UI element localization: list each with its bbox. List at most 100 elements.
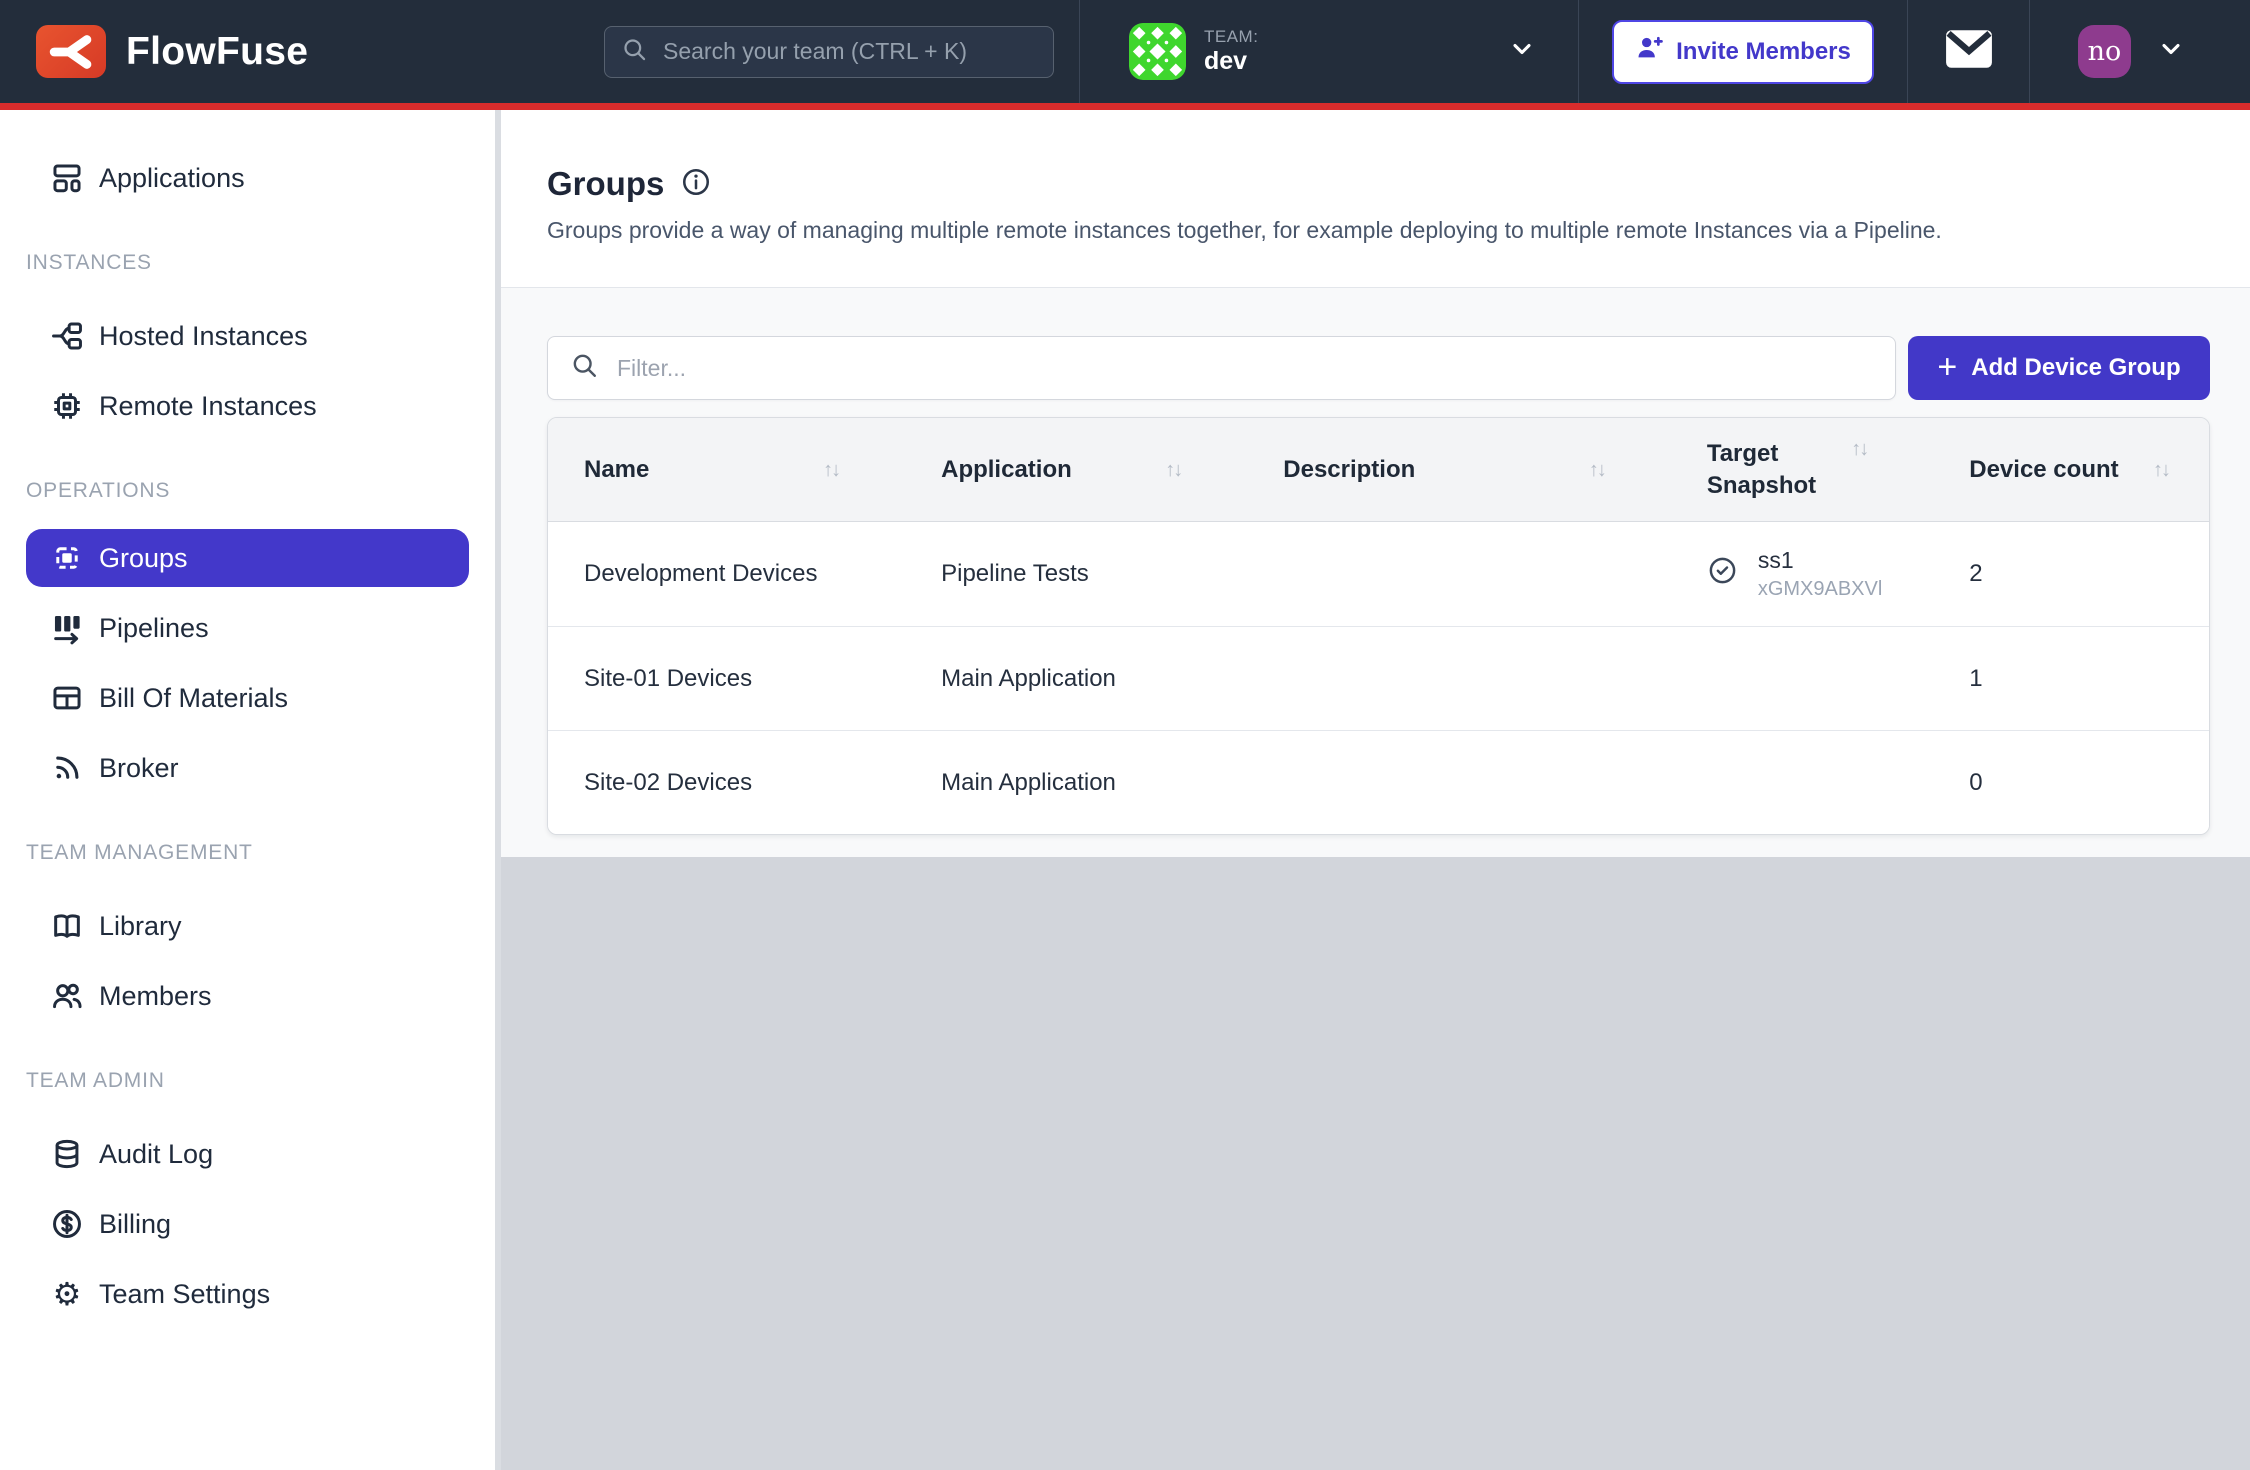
column-header-description[interactable]: Description ↑↓ [1247, 418, 1671, 521]
sidebar-item-label: Remote Instances [99, 391, 317, 422]
cell-description [1247, 731, 1671, 834]
sidebar-item-remote-instances[interactable]: Remote Instances [0, 371, 469, 441]
add-device-group-button[interactable]: + Add Device Group [1908, 336, 2210, 400]
cell-name: Site-01 Devices [548, 627, 905, 730]
user-plus-icon [1635, 34, 1663, 69]
invite-members-button[interactable]: Invite Members [1612, 20, 1874, 84]
cell-device-count: 1 [1933, 627, 2209, 730]
column-header-device-count[interactable]: Device count ↑↓ [1933, 418, 2209, 521]
filter-box [547, 336, 1896, 400]
gear-icon: ⚙ [50, 1277, 84, 1311]
members-icon [50, 979, 84, 1013]
sort-icon: ↑↓ [1851, 436, 1867, 462]
snapshot-id: xGMX9ABXVl [1758, 576, 1882, 602]
invite-section: Invite Members [1579, 20, 1907, 84]
table-row[interactable]: Site-01 Devices Main Application 1 [548, 626, 2209, 730]
cell-name: Development Devices [548, 522, 905, 626]
cell-device-count: 2 [1933, 522, 2209, 626]
brand[interactable]: FlowFuse [0, 25, 604, 78]
sidebar-item-label: Audit Log [99, 1139, 213, 1170]
sidebar-item-label: Applications [99, 163, 245, 194]
broker-icon [50, 751, 84, 785]
sidebar-item-label: Hosted Instances [99, 321, 308, 352]
sidebar-item-label: Broker [99, 753, 179, 784]
sidebar-item-label: Bill Of Materials [99, 683, 288, 714]
sidebar-section-team-admin: TEAM ADMIN [26, 1069, 495, 1093]
check-circle-icon [1707, 555, 1738, 593]
sidebar-item-hosted-instances[interactable]: Hosted Instances [0, 301, 469, 371]
flowfuse-logo-icon [36, 25, 106, 78]
table-row[interactable]: Development Devices Pipeline Tests ss1 [548, 522, 2209, 626]
empty-canvas [501, 857, 2250, 1470]
info-icon[interactable] [680, 166, 712, 203]
user-avatar: no [2078, 25, 2131, 78]
search-icon [621, 36, 648, 68]
sidebar-item-audit-log[interactable]: Audit Log [0, 1119, 469, 1189]
cell-application: Main Application [905, 627, 1247, 730]
sidebar-item-label: Team Settings [99, 1279, 270, 1310]
sidebar-item-library[interactable]: Library [0, 891, 469, 961]
snapshot-name: ss1 [1758, 546, 1882, 576]
groups-table: Name ↑↓ Application ↑↓ Description ↑↓ Ta… [547, 417, 2210, 835]
sidebar-item-label: Members [99, 981, 212, 1012]
bill-of-materials-icon [50, 681, 84, 715]
sidebar-item-pipelines[interactable]: Pipelines [0, 593, 469, 663]
app-window: FlowFuse [0, 0, 2250, 1470]
cell-description [1247, 627, 1671, 730]
page-description: Groups provide a way of managing multipl… [547, 217, 2210, 244]
cell-target-snapshot: ss1 xGMX9ABXVl [1671, 522, 1933, 626]
invite-members-label: Invite Members [1676, 38, 1851, 66]
team-search-box[interactable] [604, 26, 1054, 78]
hosted-instances-icon [50, 319, 84, 353]
cell-application: Pipeline Tests [905, 522, 1247, 626]
top-navbar: FlowFuse [0, 0, 2250, 110]
sidebar-item-broker[interactable]: Broker [0, 733, 469, 803]
audit-log-icon [50, 1137, 84, 1171]
table-row[interactable]: Site-02 Devices Main Application 0 [548, 730, 2209, 834]
cell-name: Site-02 Devices [548, 731, 905, 834]
plus-icon: + [1937, 350, 1957, 384]
notifications-button[interactable] [1908, 28, 2029, 75]
pipelines-icon [50, 611, 84, 645]
sidebar-item-billing[interactable]: Billing [0, 1189, 469, 1259]
team-selector[interactable]: TEAM: dev [1080, 23, 1578, 80]
sidebar-item-label: Billing [99, 1209, 171, 1240]
remote-instances-icon [50, 389, 84, 423]
cell-target-snapshot [1671, 627, 1933, 730]
column-header-application[interactable]: Application ↑↓ [905, 418, 1247, 521]
column-header-target-snapshot[interactable]: Target Snapshot ↑↓ [1671, 418, 1933, 521]
search-icon [570, 351, 599, 385]
column-header-name[interactable]: Name ↑↓ [548, 418, 905, 521]
filter-input[interactable] [615, 354, 1873, 383]
sidebar-item-bill-of-materials[interactable]: Bill Of Materials [0, 663, 469, 733]
sidebar: Applications INSTANCES Hosted Instances [0, 110, 501, 1470]
chevron-down-icon [2157, 35, 2185, 68]
table-header-row: Name ↑↓ Application ↑↓ Description ↑↓ Ta… [548, 418, 2209, 522]
sidebar-item-label: Library [99, 911, 182, 942]
sort-icon: ↑↓ [823, 457, 839, 483]
team-search-input[interactable] [661, 37, 1037, 66]
applications-icon [50, 161, 84, 195]
sidebar-item-label: Groups [99, 543, 188, 574]
main-content: Groups Groups provide a way of managing … [501, 110, 2250, 1470]
team-avatar [1129, 23, 1186, 80]
sidebar-item-applications[interactable]: Applications [0, 143, 469, 213]
add-device-group-label: Add Device Group [1971, 354, 2180, 382]
sort-icon: ↑↓ [2153, 457, 2169, 483]
sidebar-item-groups[interactable]: Groups [26, 529, 469, 587]
page-header: Groups Groups provide a way of managing … [501, 110, 2250, 287]
mail-icon [1944, 28, 1994, 75]
sort-icon: ↑↓ [1165, 457, 1181, 483]
team-info: TEAM: dev [1204, 27, 1258, 75]
billing-icon [50, 1207, 84, 1241]
cell-device-count: 0 [1933, 731, 2209, 834]
sort-icon: ↑↓ [1589, 457, 1605, 483]
device-group-icon [50, 541, 84, 575]
library-icon [50, 909, 84, 943]
user-menu[interactable]: no [2030, 25, 2250, 78]
cell-application: Main Application [905, 731, 1247, 834]
cell-description [1247, 522, 1671, 626]
sidebar-item-team-settings[interactable]: ⚙ Team Settings [0, 1259, 469, 1329]
sidebar-item-members[interactable]: Members [0, 961, 469, 1031]
groups-panel: + Add Device Group Name ↑↓ Application ↑… [501, 287, 2250, 857]
